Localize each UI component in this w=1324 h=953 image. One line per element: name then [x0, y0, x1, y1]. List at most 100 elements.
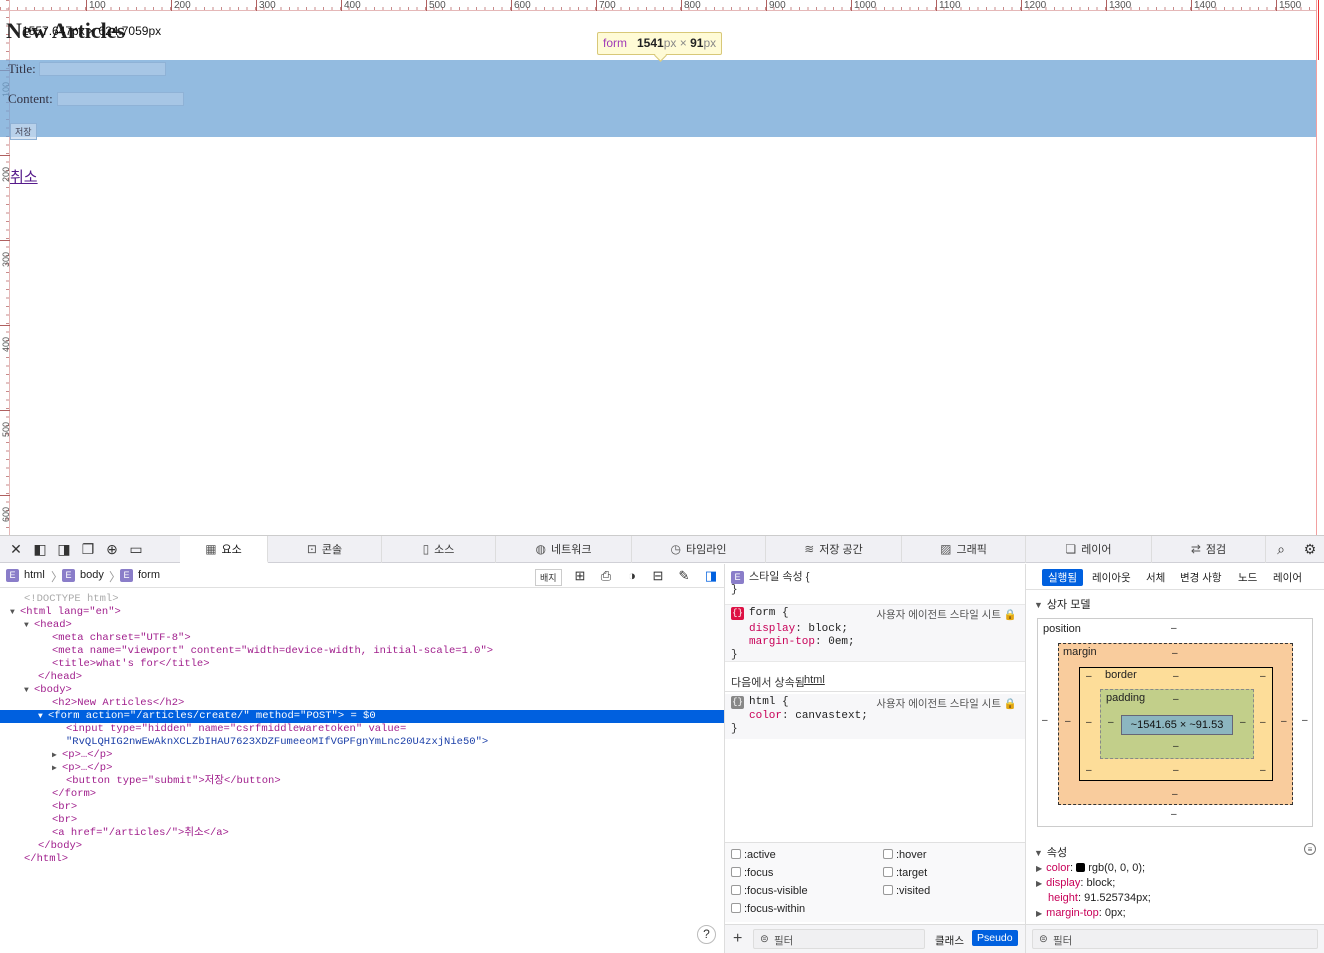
print-icon[interactable]: ⎙ [598, 568, 614, 584]
form-ua-rule: {} form { 사용자 에이전트 스타일 시트 🔒 display: bloc… [725, 604, 1025, 662]
dom-tree: <!DOCTYPE html> ▼ <html lang="en"> ▼ <head… [0, 593, 724, 933]
list-toggle-icon[interactable]: ≡ [1304, 843, 1316, 855]
form-highlight-overlay [0, 60, 1316, 137]
screen: { "viewport": { "dims_text": "1557.647px… [0, 0, 1324, 953]
ruler-tick: 300 [0, 240, 11, 270]
tab-timeline[interactable]: ◷ 타임라인 [632, 536, 766, 563]
pseudo-toggle-button[interactable]: Pseudo [972, 930, 1018, 946]
dom-node[interactable]: ▼ <head> [0, 619, 724, 632]
layout-grid-icon[interactable]: ⊞ [572, 568, 588, 584]
dom-node[interactable]: ▶ <p>…</p> [0, 749, 724, 762]
tab-layers[interactable]: ❏ 레이어 [1026, 536, 1152, 563]
dom-node[interactable]: </head> [0, 671, 724, 684]
dom-node-selected[interactable]: ▼ <form action="/articles/create/" method… [0, 710, 724, 723]
tab-sources[interactable]: ▯ 소스 [382, 536, 496, 563]
dom-node[interactable]: <a href="/articles/">취소</a> [0, 827, 724, 840]
pseudo-focus-within-checkbox[interactable]: :focus-within [731, 903, 805, 915]
breadcrumb-body[interactable]: Ebody [62, 569, 104, 582]
class-toggle-button[interactable]: 클래스 [935, 933, 964, 948]
filter-icon: ⊜ [760, 933, 769, 945]
add-rule-icon[interactable]: + [733, 930, 742, 948]
save-button[interactable]: 저장 [10, 123, 37, 140]
dom-node[interactable]: ▼ <html lang="en"> [0, 606, 724, 619]
sidebar-toggle-icon[interactable]: ◨ [703, 568, 719, 584]
dom-node[interactable]: ▶ <p>…</p> [0, 762, 724, 775]
tab-fonts[interactable]: 서체 [1146, 570, 1165, 585]
ruler-tick: 500 [0, 410, 11, 440]
dom-node[interactable]: </html> [0, 853, 724, 866]
tab-graphics[interactable]: ▨ 그래픽 [902, 536, 1026, 563]
dom-node[interactable]: <button type="submit">저장</button> [0, 775, 724, 788]
box-model-header[interactable]: ▼ 상자 모델 [1034, 596, 1090, 612]
ruler-tick: 1100 [936, 0, 961, 11]
ruler-tick: 700 [596, 0, 616, 11]
computed-pane-tabs: 실행됨 레이아웃 서체 변경 사항 노드 레이어 [1026, 564, 1324, 590]
dom-node[interactable]: "RvQLQHIG2nwEwAknXCLZbIHAU7623XDZFumeeoM… [0, 736, 724, 749]
rule-close: } [731, 584, 738, 596]
help-button[interactable]: ? [697, 925, 716, 944]
dom-node[interactable]: </form> [0, 788, 724, 801]
pseudo-visited-checkbox[interactable]: :visited [883, 885, 930, 897]
gear-icon[interactable]: ⚙ [1301, 540, 1319, 558]
search-icon[interactable]: ⌕ [1272, 540, 1290, 558]
breadcrumb: Ehtml 〉 Ebody 〉 Eform [0, 564, 724, 588]
tab-network[interactable]: ◍ 네트워크 [496, 536, 632, 563]
dock-right-icon[interactable]: ◨ [55, 540, 73, 558]
tab-node[interactable]: 노드 [1238, 570, 1257, 585]
computed-prop-display[interactable]: ▶ display: block; [1036, 877, 1115, 889]
dom-node[interactable]: ▼ <body> [0, 684, 724, 697]
tab-computed[interactable]: 실행됨 [1042, 569, 1083, 586]
computed-filter-input[interactable]: ⊜ 필터 [1032, 929, 1318, 949]
dom-node[interactable]: <br> [0, 814, 724, 827]
computed-prop-margin-top[interactable]: ▶ margin-top: 0px; [1036, 907, 1126, 919]
dom-node[interactable]: <title>what's for</title> [0, 658, 724, 671]
pseudo-target-checkbox[interactable]: :target [883, 867, 927, 879]
computed-prop-height[interactable]: height: 91.525734px; [1048, 892, 1151, 904]
ruler-tick: 300 [256, 0, 276, 11]
dom-node[interactable]: <input type="hidden" name="csrfmiddlewar… [0, 723, 724, 736]
pseudo-active-checkbox[interactable]: :active [731, 849, 776, 861]
computed-prop-color[interactable]: ▶ color: rgb(0, 0, 0); [1036, 862, 1145, 874]
dom-node[interactable]: <meta name="viewport" content="width=dev… [0, 645, 724, 658]
paint-brush-icon[interactable]: ✎ [676, 568, 692, 584]
styles-pane: E 스타일 속성 { } {} form { 사용자 에이전트 스타일 시트 🔒 d… [724, 564, 1025, 953]
tab-layout[interactable]: 레이아웃 [1092, 570, 1131, 585]
dock-left-icon[interactable]: ◧ [31, 540, 49, 558]
badge-button[interactable]: 배지 [535, 569, 562, 586]
breadcrumb-form[interactable]: Eform [120, 569, 160, 582]
title-input[interactable] [39, 62, 166, 76]
device-mode-icon[interactable]: ▭ [127, 540, 145, 558]
tab-storage[interactable]: ≋ 저장 공간 [766, 536, 902, 563]
style-attribute-rule: E 스타일 속성 { [731, 568, 1031, 584]
tab-layers-sub[interactable]: 레이어 [1273, 570, 1302, 585]
ruler-tick: 200 [171, 0, 191, 11]
content-input[interactable] [57, 92, 184, 106]
rules-filter-input[interactable]: ⊜ 필터 [753, 929, 925, 949]
tab-elements[interactable]: ▦ 요소 [180, 536, 268, 563]
ua-stylesheet-source: 사용자 에이전트 스타일 시트 🔒 [876, 609, 1017, 621]
box-model-margin: margin – – – – – border – – – – – – – pa… [1058, 643, 1293, 805]
close-icon[interactable]: ✕ [7, 540, 25, 558]
element-picker-icon[interactable]: ⊕ [103, 540, 121, 558]
cancel-link[interactable]: 취소 [10, 166, 38, 187]
tab-audit[interactable]: ⇄ 점검 [1152, 536, 1266, 563]
tab-changes[interactable]: 변경 사항 [1180, 570, 1222, 585]
tab-console[interactable]: ⊡ 콘솔 [268, 536, 382, 563]
dom-node[interactable]: <br> [0, 801, 724, 814]
pseudo-focus-checkbox[interactable]: :focus [731, 867, 773, 879]
box-model-content: ~1541.65 × ~91.53 [1121, 715, 1233, 735]
properties-header[interactable]: ▼ 속성 [1034, 844, 1067, 860]
dom-node[interactable]: <meta charset="UTF-8"> [0, 632, 724, 645]
dom-node[interactable]: <h2>New Articles</h2> [0, 697, 724, 710]
color-swatch [1076, 863, 1086, 872]
undock-icon[interactable]: ❐ [79, 540, 97, 558]
dom-node[interactable]: </body> [0, 840, 724, 853]
breadcrumb-html[interactable]: Ehtml [6, 569, 45, 582]
ruler-tick: 1500 [1276, 0, 1301, 11]
devtools-tab-bar: ✕ ◧ ◨ ❐ ⊕ ▭ ▦ 요소 ⊡ 콘솔 ▯ 소스 ◍ 네트워크 ◷ 타임라인 ≋ 저장 … [0, 536, 1324, 563]
pseudo-focus-visible-checkbox[interactable]: :focus-visible [731, 885, 808, 897]
dom-node[interactable]: <!DOCTYPE html> [0, 593, 724, 606]
grid-overlay-icon[interactable]: ⊟ [650, 568, 666, 584]
color-scheme-icon[interactable]: ◑ [624, 568, 640, 584]
pseudo-hover-checkbox[interactable]: :hover [883, 849, 927, 861]
